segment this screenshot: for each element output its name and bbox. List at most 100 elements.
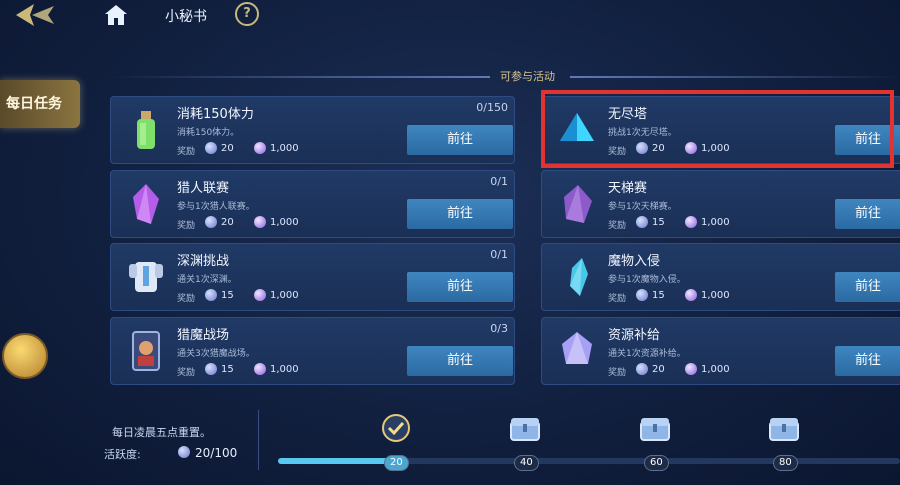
reward-gem-value: 1,000 — [270, 364, 299, 375]
reward-gem-value: 1,000 — [701, 364, 730, 375]
help-button[interactable]: ? — [235, 2, 259, 26]
milestone-label: 80 — [773, 455, 798, 471]
go-button[interactable]: 前往 — [407, 272, 513, 302]
go-button[interactable]: 前往 — [407, 346, 513, 376]
blue-shard-icon — [570, 258, 588, 296]
go-button[interactable]: 前往 — [835, 272, 900, 302]
home-button[interactable] — [104, 4, 128, 26]
gem-icon — [254, 289, 266, 301]
reward-label: 奖励 — [608, 221, 627, 231]
page-title: 小秘书 — [165, 9, 207, 25]
hero-card-icon — [132, 331, 160, 371]
section-divider-left — [110, 76, 490, 78]
reward-label: 奖励 — [177, 221, 196, 231]
section-divider-right — [570, 76, 900, 78]
task-desc: 参与1次魔物入侵。 — [608, 275, 686, 285]
task-card-stamina: 消耗150体力 消耗150体力。 0/150 奖励 20 1,000 前往 — [110, 96, 515, 164]
task-progress: 0/1 — [490, 175, 508, 188]
purple-crystal-icon — [133, 184, 159, 224]
home-icon — [105, 5, 127, 25]
activity-orb-icon — [636, 289, 648, 301]
activity-orb-icon — [178, 446, 190, 458]
reward-label: 奖励 — [608, 294, 627, 304]
task-desc: 参与1次猎人联赛。 — [177, 202, 255, 212]
back-arrow-icon — [16, 4, 54, 26]
chest-60-icon[interactable] — [637, 414, 673, 442]
task-name: 猎魔战场 — [177, 328, 230, 343]
task-desc: 通关1次资源补给。 — [608, 349, 686, 359]
task-card-monster-invasion: 魔物入侵 参与1次魔物入侵。 奖励 15 1,000 前往 — [541, 243, 900, 311]
go-button[interactable]: 前往 — [835, 346, 900, 376]
task-card-hunter-league: 猎人联赛 参与1次猎人联赛。 0/1 奖励 20 1,000 前往 — [110, 170, 515, 238]
highlight-box — [541, 90, 894, 168]
section-label: 可参与活动 — [500, 70, 555, 83]
gem-icon — [685, 289, 697, 301]
task-progress: 0/1 — [490, 248, 508, 261]
activity-value: 20/100 — [195, 446, 238, 460]
task-desc: 通关3次猎魔战场。 — [177, 349, 255, 359]
reward-activity-value: 20 — [221, 143, 234, 154]
chest-80-icon[interactable] — [766, 414, 802, 442]
reset-note: 每日凌晨五点重置。 — [112, 426, 211, 439]
chest-20-claimed-icon[interactable] — [378, 414, 414, 442]
top-bar: 小秘书 ? — [0, 0, 900, 32]
task-name: 消耗150体力 — [177, 107, 254, 122]
reward-activity-value: 15 — [221, 290, 234, 301]
task-desc: 消耗150体力。 — [177, 128, 240, 138]
avatar[interactable] — [2, 333, 48, 379]
reward-gem-value: 1,000 — [701, 290, 730, 301]
activity-orb-icon — [636, 216, 648, 228]
reward-activity-value: 15 — [652, 217, 665, 228]
activity-orb-icon — [205, 216, 217, 228]
dark-crystal-icon — [564, 185, 592, 223]
go-button[interactable]: 前往 — [407, 199, 513, 229]
reward-activity-value: 15 — [221, 364, 234, 375]
milestone-label: 40 — [514, 455, 539, 471]
chest-40-icon[interactable] — [507, 414, 543, 442]
reward-activity-value: 20 — [652, 364, 665, 375]
task-name: 资源补给 — [608, 328, 661, 343]
task-name: 猎人联赛 — [177, 181, 230, 196]
gem-icon — [254, 216, 266, 228]
task-progress: 0/3 — [490, 322, 508, 335]
reward-label: 奖励 — [177, 147, 196, 157]
activity-orb-icon — [205, 363, 217, 375]
task-card-resource-supply: 资源补给 通关1次资源补给。 奖励 20 1,000 前往 — [541, 317, 900, 385]
gem-icon — [254, 363, 266, 375]
task-name: 天梯赛 — [608, 181, 648, 196]
potion-icon — [137, 111, 155, 149]
reward-activity-value: 15 — [652, 290, 665, 301]
gem-icon — [685, 216, 697, 228]
reward-label: 奖励 — [177, 368, 196, 378]
tab-daily-tasks-label: 每日任务 — [6, 96, 62, 112]
task-progress: 0/150 — [476, 101, 508, 114]
activity-progress-fill — [278, 458, 396, 464]
tab-daily-tasks[interactable]: 每日任务 — [0, 80, 80, 128]
armor-icon — [129, 262, 163, 292]
task-name: 魔物入侵 — [608, 254, 661, 269]
task-name: 深渊挑战 — [177, 254, 230, 269]
gem-cluster-icon — [562, 332, 592, 364]
task-card-demon-battlefield: 猎魔战场 通关3次猎魔战场。 0/3 奖励 15 1,000 前往 — [110, 317, 515, 385]
activity-orb-icon — [205, 289, 217, 301]
go-button[interactable]: 前往 — [835, 199, 900, 229]
activity-orb-icon — [636, 363, 648, 375]
milestone-label: 60 — [644, 455, 669, 471]
task-card-ladder: 天梯赛 参与1次天梯赛。 奖励 15 1,000 前往 — [541, 170, 900, 238]
task-desc: 参与1次天梯赛。 — [608, 202, 677, 212]
reward-label: 奖励 — [608, 368, 627, 378]
gem-icon — [685, 363, 697, 375]
reward-gem-value: 1,000 — [270, 143, 299, 154]
reward-gem-value: 1,000 — [270, 217, 299, 228]
reward-gem-value: 1,000 — [270, 290, 299, 301]
activity-label: 活跃度: — [104, 448, 141, 461]
back-button[interactable] — [14, 2, 64, 28]
task-desc: 通关1次深渊。 — [177, 275, 237, 285]
reward-gem-value: 1,000 — [701, 217, 730, 228]
milestone-label: 20 — [384, 455, 409, 471]
task-card-abyss: 深渊挑战 通关1次深渊。 0/1 奖励 15 1,000 前往 — [110, 243, 515, 311]
reward-label: 奖励 — [177, 294, 196, 304]
bottom-divider — [258, 410, 259, 470]
go-button[interactable]: 前往 — [407, 125, 513, 155]
activity-orb-icon — [205, 142, 217, 154]
